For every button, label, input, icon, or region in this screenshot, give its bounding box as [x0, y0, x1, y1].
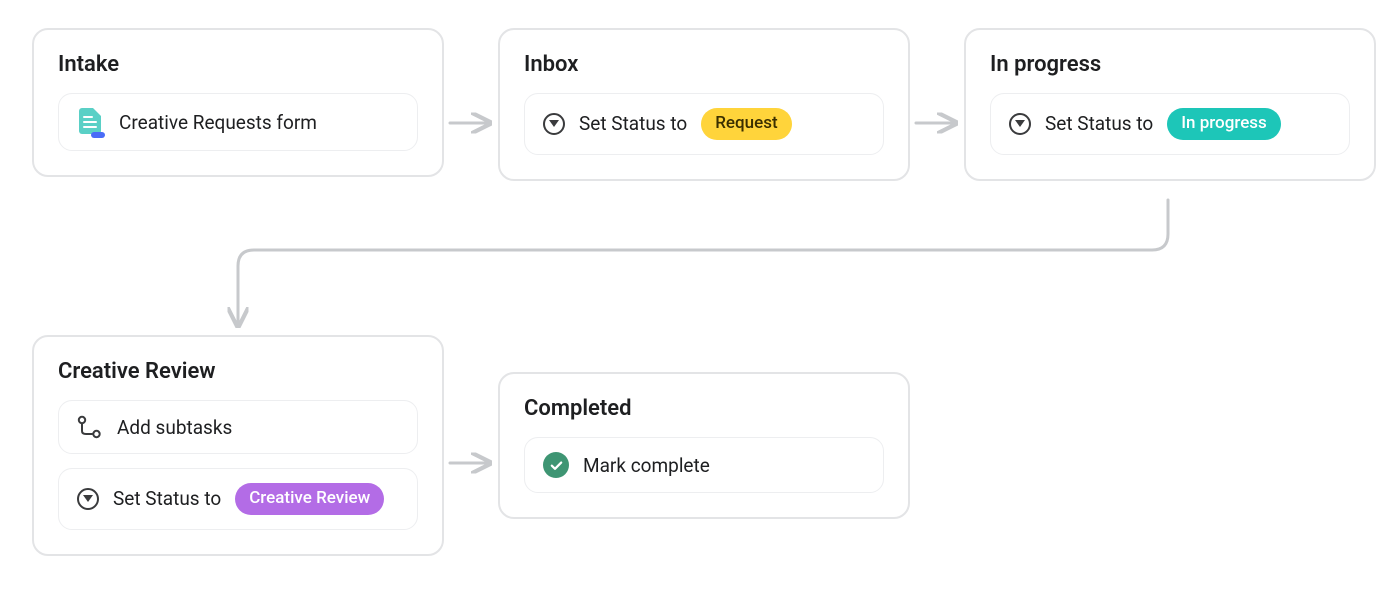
- arrow-in-progress-to-creative-review: [220, 198, 1180, 338]
- creative-review-set-status-row[interactable]: Set Status to Creative Review: [58, 468, 418, 530]
- stage-card-creative-review: Creative Review Add subtasks Set Status …: [32, 335, 444, 556]
- add-subtasks-row[interactable]: Add subtasks: [58, 400, 418, 454]
- intake-form-label: Creative Requests form: [119, 111, 317, 134]
- stage-title: Creative Review: [58, 359, 418, 384]
- mark-complete-label: Mark complete: [583, 454, 710, 477]
- trigger-dropdown-icon: [1009, 113, 1031, 135]
- inbox-set-status-row[interactable]: Set Status to Request: [524, 93, 884, 155]
- in-progress-set-status-row[interactable]: Set Status to In progress: [990, 93, 1350, 155]
- trigger-dropdown-icon: [77, 488, 99, 510]
- form-icon: [77, 108, 105, 136]
- stage-card-completed: Completed Mark complete: [498, 372, 910, 519]
- action-prefix: Set Status to: [1045, 112, 1153, 135]
- status-pill-in-progress: In progress: [1167, 108, 1281, 140]
- trigger-dropdown-icon: [543, 113, 565, 135]
- stage-card-inbox: Inbox Set Status to Request: [498, 28, 910, 181]
- check-circle-icon: [543, 452, 569, 478]
- stage-title: Inbox: [524, 52, 884, 77]
- stage-title: Completed: [524, 396, 884, 421]
- stage-title: In progress: [990, 52, 1350, 77]
- stage-card-intake: Intake Creative Requests form: [32, 28, 444, 177]
- mark-complete-row[interactable]: Mark complete: [524, 437, 884, 493]
- action-prefix: Set Status to: [579, 112, 687, 135]
- arrow-creative-review-to-completed: [448, 448, 494, 478]
- stage-title: Intake: [58, 52, 418, 77]
- arrow-inbox-to-in-progress: [914, 108, 960, 138]
- action-prefix: Set Status to: [113, 487, 221, 510]
- intake-form-row[interactable]: Creative Requests form: [58, 93, 418, 151]
- stage-card-in-progress: In progress Set Status to In progress: [964, 28, 1376, 181]
- status-pill-creative-review: Creative Review: [235, 483, 384, 515]
- arrow-intake-to-inbox: [448, 108, 494, 138]
- subtasks-icon: [77, 415, 103, 439]
- add-subtasks-label: Add subtasks: [117, 416, 232, 439]
- status-pill-request: Request: [701, 108, 791, 140]
